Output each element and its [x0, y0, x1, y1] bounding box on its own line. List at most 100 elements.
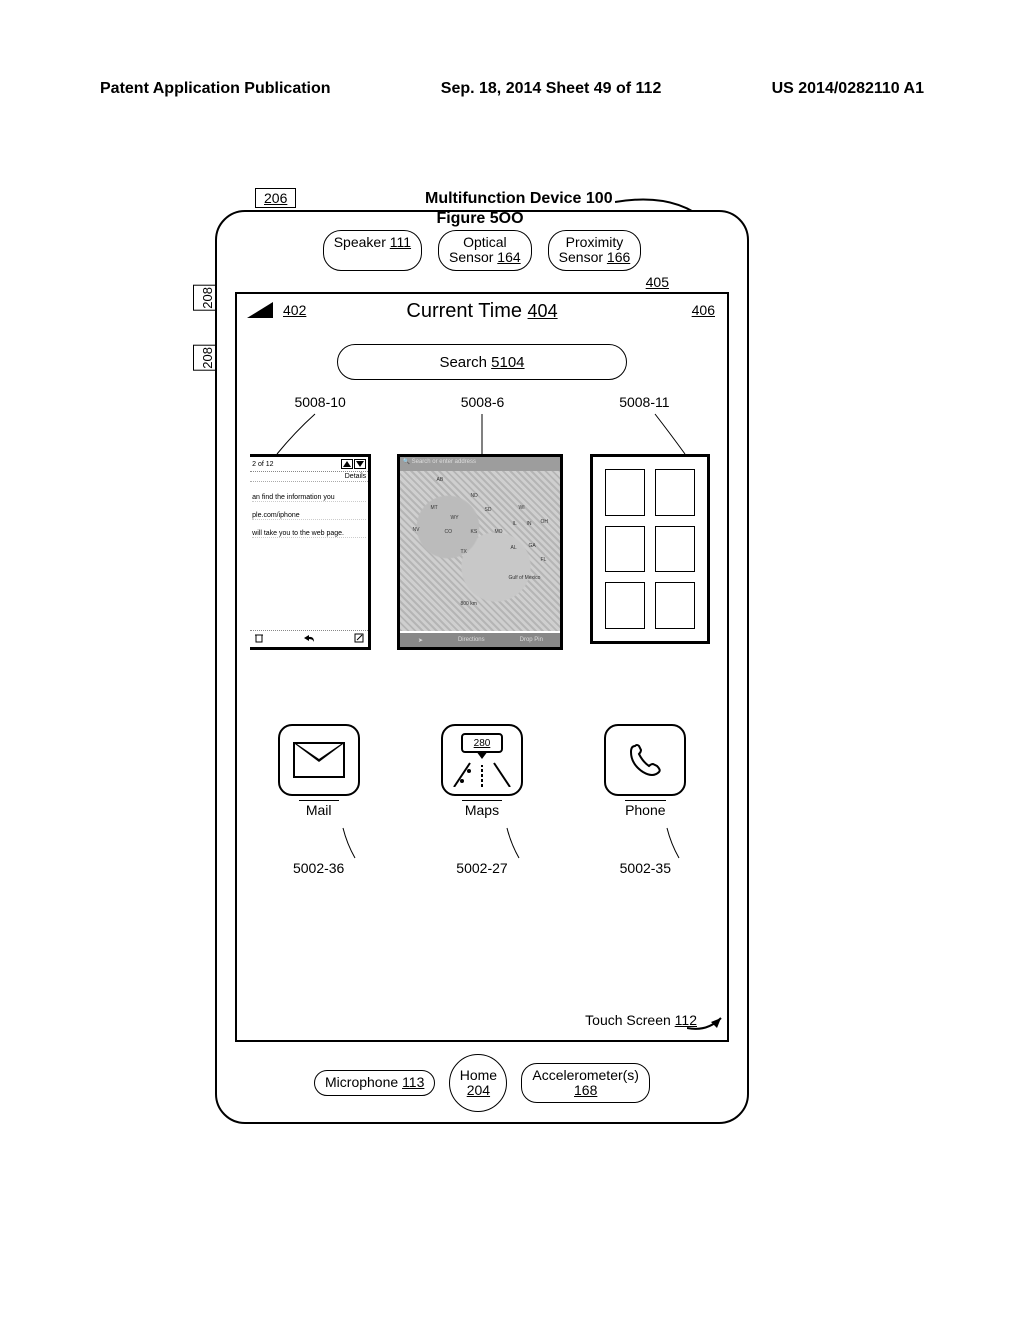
- home-text: Home: [460, 1068, 497, 1083]
- map-bottom-bar: ➤ Directions Drop Pin: [400, 633, 560, 647]
- home-num: 204: [467, 1083, 490, 1098]
- ref-5008-10: 5008-10: [294, 394, 345, 410]
- cards-row: 2 of 12 Details an find the information …: [237, 454, 727, 664]
- hdr-right: US 2014/0282110 A1: [772, 80, 924, 98]
- grid-tile[interactable]: [655, 469, 695, 516]
- current-time: Current Time 404: [237, 300, 727, 323]
- optical-label2: Sensor: [449, 249, 493, 265]
- grid-tile[interactable]: [605, 526, 645, 573]
- grid-tile[interactable]: [655, 582, 695, 629]
- state: KS: [470, 529, 477, 535]
- optical-num: 164: [497, 249, 520, 265]
- touch-screen[interactable]: 402 Current Time 404 406 Search 5104 500…: [235, 292, 729, 1042]
- hdr-center: Sep. 18, 2014 Sheet 49 of 112: [441, 80, 662, 98]
- directions-tab[interactable]: Directions: [458, 637, 485, 643]
- mail-icon[interactable]: [278, 724, 360, 796]
- state: TX: [460, 549, 466, 555]
- state: IL: [512, 521, 516, 527]
- card-left-body: an find the information you ple.com/ipho…: [250, 482, 368, 540]
- state: ND: [470, 493, 477, 499]
- card-grid-preview[interactable]: [590, 454, 710, 644]
- nav-arrows[interactable]: [341, 459, 366, 469]
- line1: an find the information you: [252, 494, 366, 502]
- card-ref-labels: 5008-10 5008-6 5008-11: [237, 394, 727, 410]
- state: IN: [526, 521, 531, 527]
- device-title: Multifunction Device 100: [425, 190, 613, 208]
- prox-num: 166: [607, 249, 630, 265]
- state: WY: [450, 515, 458, 521]
- maps-label: Maps: [462, 800, 502, 818]
- maps-app[interactable]: 280: [432, 724, 532, 820]
- ref-5002-36: 5002-36: [293, 860, 344, 876]
- grid-tile[interactable]: [655, 526, 695, 573]
- route-num: 280: [474, 738, 491, 749]
- card-mail-preview[interactable]: 2 of 12 Details an find the information …: [250, 454, 371, 650]
- reply-icon[interactable]: [303, 633, 315, 645]
- mail-app[interactable]: Mail: [269, 724, 369, 820]
- accelerometer-label: Accelerometer(s) 168: [521, 1063, 650, 1104]
- time-text: Current Time: [406, 300, 522, 322]
- figure-caption: Figure 5OO: [195, 210, 765, 228]
- up-arrow-icon[interactable]: [343, 461, 351, 467]
- map-region[interactable]: AB ND MT WY SD WI NV CO KS MO IL IN: [400, 471, 560, 631]
- locate-icon[interactable]: ➤: [418, 637, 423, 644]
- state: 800 km: [460, 601, 476, 607]
- phone-app[interactable]: Phone: [595, 724, 695, 820]
- road-icon: [452, 761, 512, 787]
- down-arrow-icon[interactable]: [356, 461, 364, 467]
- hdr-left: Patent Application Publication: [100, 80, 331, 98]
- speaker-label: Speaker: [334, 234, 386, 250]
- maps-icon[interactable]: 280: [441, 724, 523, 796]
- mic-num: 113: [402, 1074, 424, 1090]
- card-leaders: [237, 412, 727, 456]
- state: Gulf of Mexico: [508, 575, 540, 581]
- card-left-details[interactable]: Details: [250, 472, 368, 482]
- map-search[interactable]: 🔍 Search or enter address: [400, 457, 560, 471]
- prox-label2: Sensor: [559, 249, 603, 265]
- ref-5008-11: 5008-11: [619, 394, 669, 410]
- device-body: Speaker 111 Optical Sensor 164 Proximity…: [215, 210, 749, 1124]
- proximity-sensor: Proximity Sensor 166: [548, 230, 642, 271]
- home-button[interactable]: Home 204: [449, 1054, 507, 1112]
- state: OH: [540, 519, 548, 525]
- search-field[interactable]: Search 5104: [337, 344, 627, 380]
- ref-5008-6: 5008-6: [461, 394, 505, 410]
- handset-icon: [625, 740, 665, 780]
- status-bar: 402 Current Time 404 406: [237, 300, 727, 330]
- mic-text: Microphone: [325, 1074, 398, 1090]
- card-map-preview[interactable]: 🔍 Search or enter address AB ND MT WY SD…: [397, 454, 563, 650]
- touchscreen-label: Touch Screen 112: [585, 1012, 697, 1028]
- ref-5002-27: 5002-27: [456, 860, 507, 876]
- state: MO: [494, 529, 502, 535]
- droppin-tab[interactable]: Drop Pin: [520, 637, 543, 643]
- ref-206: 206: [255, 188, 296, 208]
- ts-text: Touch Screen: [585, 1012, 671, 1028]
- accel-num: 168: [574, 1082, 597, 1098]
- search-num: 5104: [491, 354, 524, 371]
- page-header: Patent Application Publication Sep. 18, …: [100, 80, 924, 98]
- ref-404: 404: [528, 301, 558, 321]
- phone-label: Phone: [625, 800, 665, 818]
- state: WI: [518, 505, 524, 511]
- app-ref-labels: 5002-36 5002-27 5002-35: [237, 860, 727, 876]
- trash-icon[interactable]: [254, 633, 264, 645]
- search-label: Search: [439, 354, 487, 371]
- state: NV: [412, 527, 419, 533]
- ref-406: 406: [692, 302, 715, 318]
- card-left-toolbar: [250, 630, 368, 647]
- device-bottom-row: Microphone 113 Home 204 Accelerometer(s)…: [217, 1054, 747, 1112]
- speaker-sensor: Speaker 111: [323, 230, 422, 271]
- line2: ple.com/iphone: [252, 512, 366, 520]
- map-search-text: Search or enter address: [412, 459, 476, 465]
- ref-405: 405: [646, 274, 669, 290]
- state: AB: [436, 477, 443, 483]
- microphone-label: Microphone 113: [314, 1070, 435, 1095]
- compose-icon[interactable]: [354, 633, 364, 645]
- optical-label1: Optical: [463, 234, 507, 250]
- app-icon-row: Mail 280: [237, 724, 727, 820]
- phone-icon[interactable]: [604, 724, 686, 796]
- state: CO: [444, 529, 452, 535]
- prox-label1: Proximity: [566, 234, 624, 250]
- grid-tile[interactable]: [605, 469, 645, 516]
- grid-tile[interactable]: [605, 582, 645, 629]
